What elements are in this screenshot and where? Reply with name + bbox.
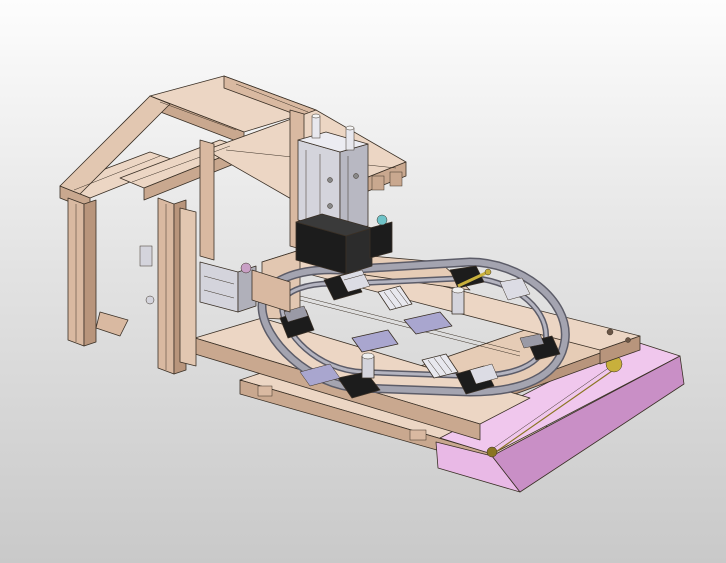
post-back-left (199, 139, 215, 261)
actuator-body (199, 261, 239, 313)
cylinder-rod-right (345, 127, 355, 151)
post-front (361, 352, 375, 379)
table-hole (606, 328, 614, 336)
mechanical-assembly-render (59, 75, 685, 493)
post-mid (179, 207, 197, 367)
table-hole-2 (625, 337, 631, 343)
corner-bracket-2 (389, 171, 403, 187)
cable-clip (139, 245, 153, 267)
base-bracket-left (257, 385, 273, 397)
cad-viewport[interactable] (0, 0, 726, 563)
vertical-cylinder (295, 113, 393, 275)
sensor-cap (376, 214, 388, 226)
small-sensor (145, 295, 155, 305)
foot-plate (95, 311, 129, 337)
screw-front-bearing (486, 446, 498, 458)
cylinder-rod-left (311, 115, 321, 139)
lavender-plate-center (403, 311, 453, 335)
base-bracket-right (409, 429, 427, 441)
corner-bracket-1 (371, 175, 385, 191)
sensor-block (369, 221, 393, 259)
actuator-fitting (240, 262, 252, 274)
